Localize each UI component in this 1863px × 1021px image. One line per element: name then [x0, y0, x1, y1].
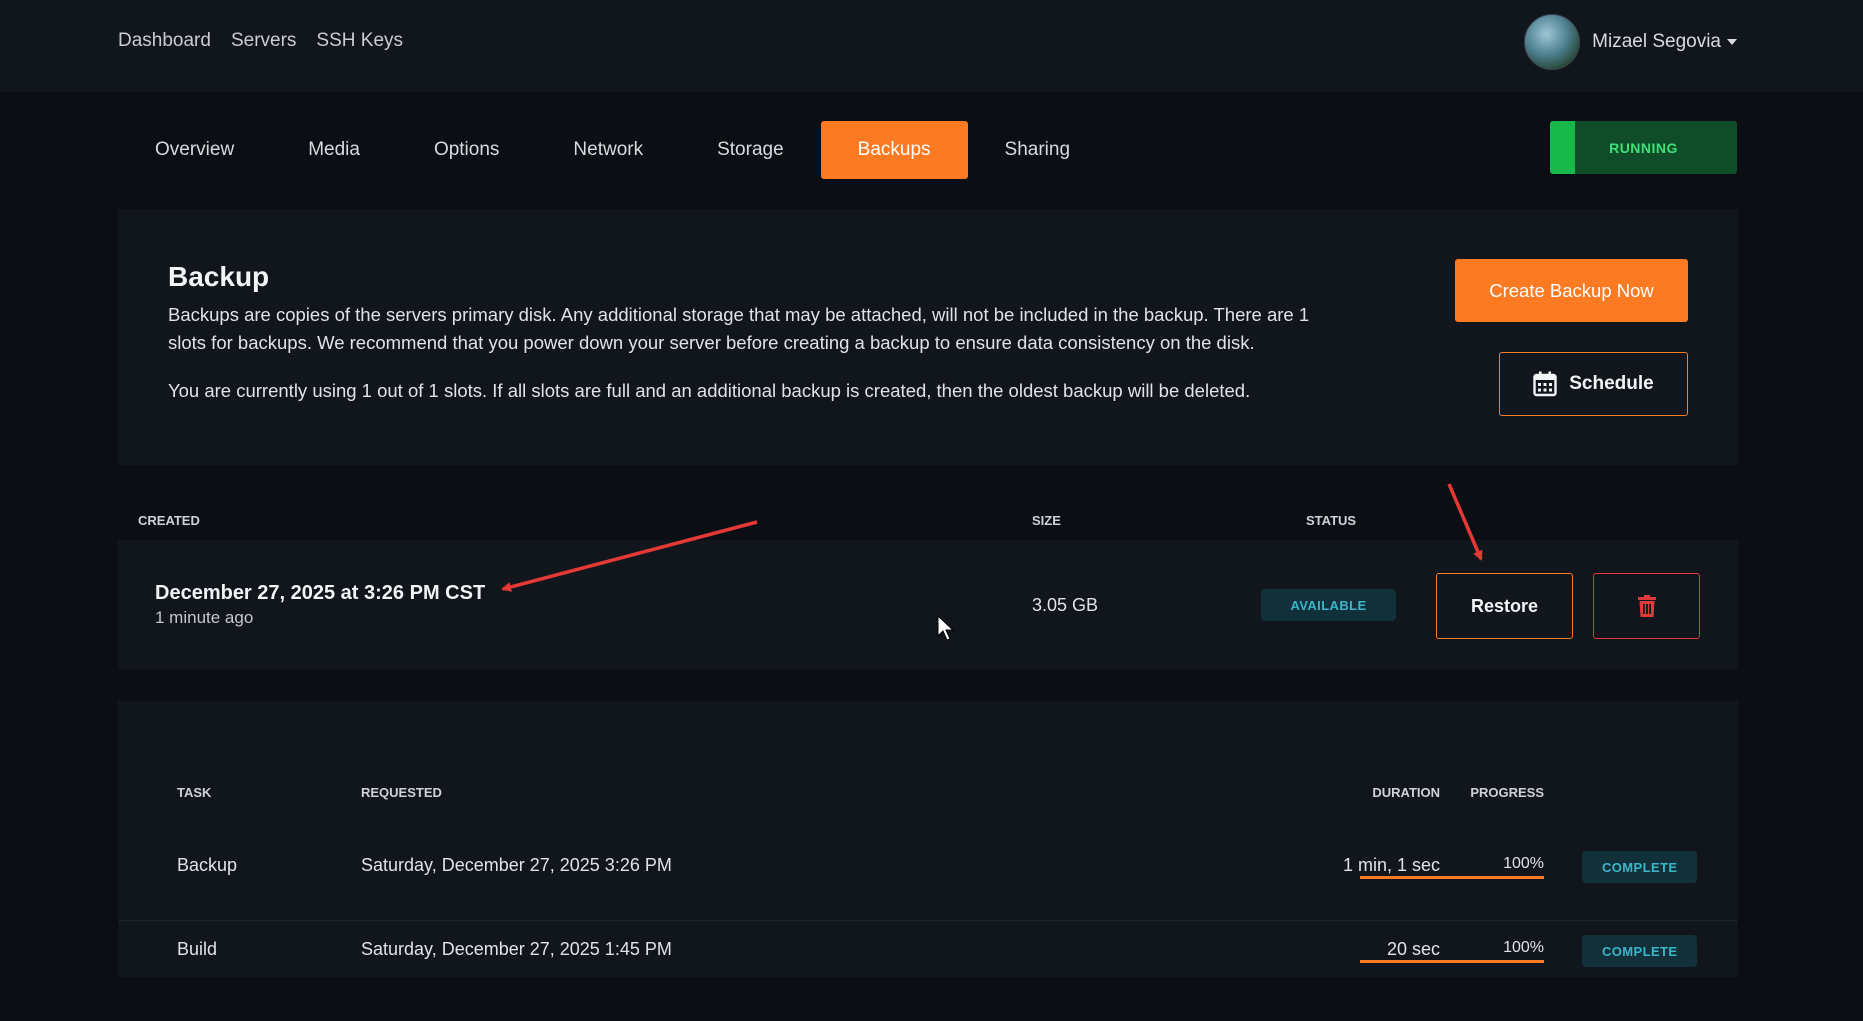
trash-icon: [1637, 595, 1656, 617]
server-status-badge: RUNNING: [1550, 121, 1737, 174]
backup-usage-text: You are currently using 1 out of 1 slots…: [168, 380, 1251, 401]
col-size: SIZE: [1032, 513, 1061, 528]
progress-fill: [1360, 876, 1544, 879]
user-menu[interactable]: Mizael Segovia: [1524, 14, 1737, 70]
col-progress: PROGRESS: [1470, 785, 1544, 800]
nav-dashboard-link[interactable]: Dashboard: [118, 30, 211, 52]
status-indicator: [1550, 121, 1575, 174]
avatar[interactable]: [1524, 14, 1581, 70]
col-duration: DURATION: [1372, 785, 1440, 800]
backup-size: 3.05 GB: [1032, 595, 1099, 615]
col-task: TASK: [177, 785, 212, 800]
task-progress: 100%: [1360, 939, 1544, 963]
task-name: Backup: [177, 855, 238, 875]
table-row: Build Saturday, December 27, 2025 1:45 P…: [118, 921, 1738, 1021]
tab-overview[interactable]: Overview: [118, 121, 271, 179]
schedule-button[interactable]: Schedule: [1499, 352, 1688, 416]
calendar-icon: [1533, 371, 1557, 397]
top-nav: Dashboard Servers SSH Keys: [118, 30, 403, 52]
status-badge: AVAILABLE: [1261, 589, 1396, 621]
backup-created-ago: 1 minute ago: [155, 608, 254, 627]
task-name: Build: [177, 939, 218, 959]
caret-down-icon: [1727, 38, 1737, 45]
delete-backup-button[interactable]: [1593, 573, 1700, 639]
col-created: CREATED: [138, 513, 200, 528]
progress-bar: [1360, 960, 1544, 963]
tab-storage[interactable]: Storage: [680, 121, 821, 179]
task-requested: Saturday, December 27, 2025 3:26 PM: [361, 855, 672, 875]
create-backup-button[interactable]: Create Backup Now: [1455, 259, 1688, 322]
restore-button[interactable]: Restore: [1436, 573, 1573, 639]
backup-info-panel: Backup Backups are copies of the servers…: [118, 209, 1738, 465]
progress-bar: [1360, 876, 1544, 879]
backups-table-header: CREATED SIZE STATUS: [118, 505, 1738, 540]
server-tabs: Overview Media Options Network Storage B…: [118, 121, 1107, 179]
server-status-text: RUNNING: [1609, 139, 1678, 156]
task-requested: Saturday, December 27, 2025 1:45 PM: [361, 939, 672, 959]
status-badge: COMPLETE: [1582, 851, 1698, 883]
nav-ssh-keys-link[interactable]: SSH Keys: [316, 30, 403, 52]
tab-options[interactable]: Options: [397, 121, 536, 179]
status-badge: COMPLETE: [1582, 935, 1698, 967]
tab-sharing[interactable]: Sharing: [968, 121, 1108, 179]
nav-servers-link[interactable]: Servers: [231, 30, 296, 52]
backup-created-date: December 27, 2025 at 3:26 PM CST: [155, 582, 486, 604]
progress-fill: [1360, 960, 1544, 963]
col-status: STATUS: [1306, 513, 1357, 528]
top-navbar: Dashboard Servers SSH Keys Mizael Segovi…: [0, 0, 1863, 92]
user-name[interactable]: Mizael Segovia: [1592, 31, 1737, 53]
tab-media[interactable]: Media: [271, 121, 397, 179]
schedule-label: Schedule: [1569, 373, 1654, 394]
col-requested: REQUESTED: [361, 785, 442, 800]
backup-description: Backups are copies of the servers primar…: [168, 304, 1310, 353]
progress-label: 100%: [1503, 939, 1544, 956]
tasks-panel: TASK REQUESTED DURATION PROGRESS Backup …: [118, 701, 1738, 977]
task-progress: 100%: [1360, 855, 1544, 879]
backup-row: December 27, 2025 at 3:26 PM CST 1 minut…: [118, 540, 1738, 670]
progress-label: 100%: [1503, 855, 1544, 872]
table-row: Backup Saturday, December 27, 2025 3:26 …: [118, 821, 1738, 921]
page-title: Backup: [168, 261, 270, 292]
tab-backups[interactable]: Backups: [820, 121, 968, 179]
tab-network[interactable]: Network: [536, 121, 680, 179]
